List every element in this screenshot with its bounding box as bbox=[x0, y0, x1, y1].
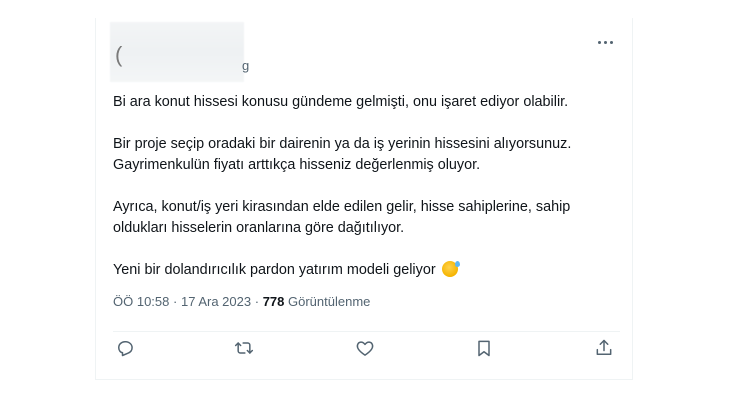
tweet-paragraph: Bir proje seçip oradaki bir dairenin ya … bbox=[113, 136, 572, 173]
divider bbox=[113, 331, 620, 332]
page: ( g Bi ara konut hissesi konusu gündeme … bbox=[0, 0, 730, 420]
avatar[interactable]: ( bbox=[115, 44, 122, 66]
tweet-paragraph: Bi ara konut hissesi konusu gündeme gelm… bbox=[113, 94, 569, 110]
meta-separator: · bbox=[254, 294, 260, 309]
tweet-card: ( g Bi ara konut hissesi konusu gündeme … bbox=[95, 18, 633, 380]
views-label: Görüntülenme bbox=[288, 294, 371, 309]
views-count: 778 bbox=[262, 294, 285, 309]
tweet-paragraph-last: Yeni bir dolandırıcılık pardon yatırım m… bbox=[113, 260, 623, 281]
bookmark-icon[interactable] bbox=[474, 338, 496, 360]
tweet-meta: ÖÖ 10:58 · 17 Ara 2023 · 778 Görüntülenm… bbox=[113, 294, 370, 309]
redacted-user-info bbox=[110, 22, 244, 82]
tweet-date[interactable]: 17 Ara 2023 bbox=[181, 294, 251, 309]
grinning-face-with-sweat-icon bbox=[441, 261, 460, 277]
retweet-icon[interactable] bbox=[234, 338, 256, 360]
tweet-paragraph: Ayrıca, konut/iş yeri kirasından elde ed… bbox=[113, 199, 571, 236]
meta-separator: · bbox=[173, 294, 178, 309]
more-options-icon[interactable] bbox=[598, 34, 620, 48]
reply-icon[interactable] bbox=[115, 338, 137, 360]
share-icon[interactable] bbox=[594, 338, 616, 360]
like-icon[interactable] bbox=[355, 338, 377, 360]
tweet-paragraph-text: Yeni bir dolandırıcılık pardon yatırım m… bbox=[113, 262, 436, 278]
action-bar bbox=[96, 338, 632, 362]
tweet-time[interactable]: ÖÖ 10:58 bbox=[113, 294, 169, 309]
tweet-text: Bi ara konut hissesi konusu gündeme gelm… bbox=[113, 92, 623, 302]
user-handle-fragment: g bbox=[242, 58, 250, 73]
